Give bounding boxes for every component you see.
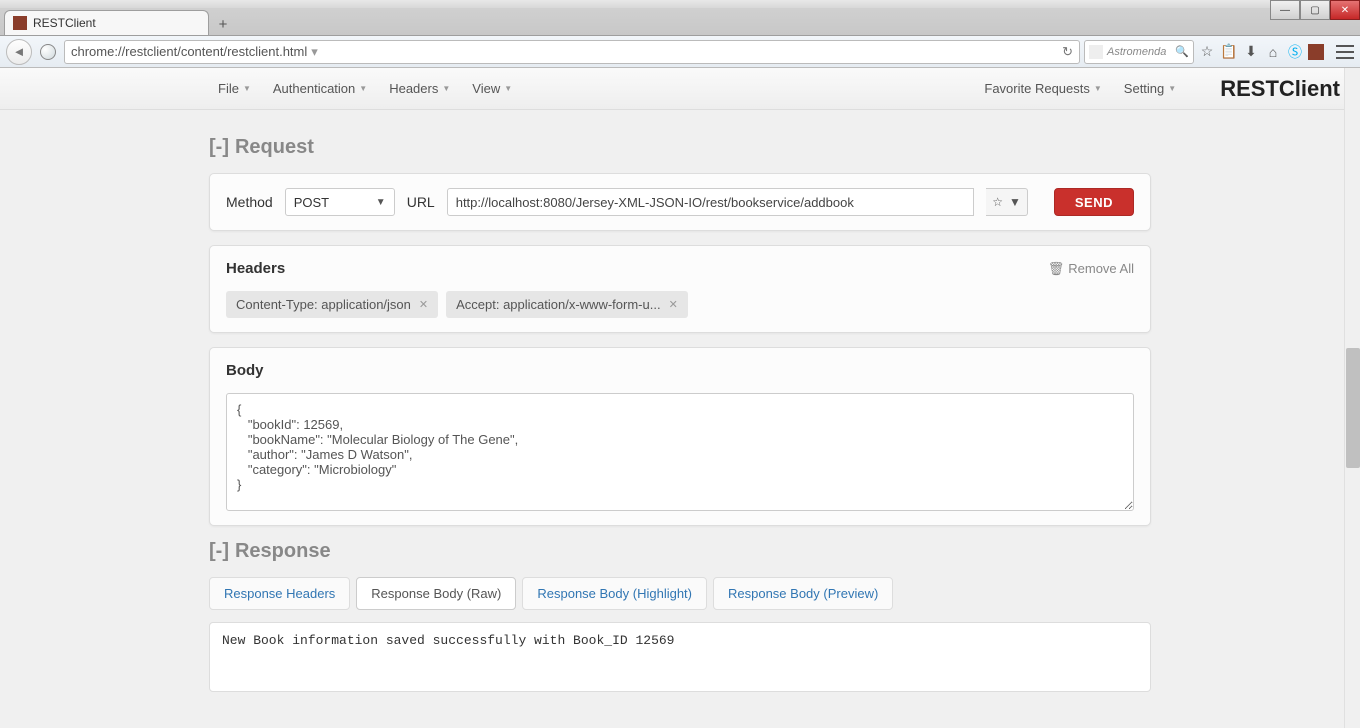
menu-view[interactable]: View▼	[464, 77, 520, 100]
app-menubar: File▼ Authentication▼ Headers▼ View▼ Fav…	[0, 68, 1360, 110]
home-icon[interactable]: ⌂	[1264, 43, 1282, 61]
right-menus: Favorite Requests▼ Setting▼ RESTClient	[976, 76, 1340, 102]
url-addons: ☆ ▼	[986, 188, 1028, 216]
headers-panel: Headers 🗑 Remove All Content-Type: appli…	[209, 245, 1151, 333]
window-controls: — ▢ ✕	[1270, 0, 1360, 20]
main-container: [-] Request Method POST ▼ URL ☆ ▼ SEND	[209, 110, 1151, 728]
minimize-button[interactable]: —	[1270, 0, 1300, 20]
response-body-content[interactable]: New Book information saved successfully …	[209, 622, 1151, 692]
star-icon[interactable]: ☆	[992, 195, 1003, 209]
chevron-down-icon: ▼	[442, 84, 450, 93]
browser-tab[interactable]: RESTClient	[4, 10, 209, 35]
extension-icon[interactable]	[1308, 44, 1324, 60]
browser-toolbar: ◄ chrome://restclient/content/restclient…	[0, 36, 1360, 68]
menu-favorite-requests[interactable]: Favorite Requests▼	[976, 77, 1109, 100]
send-button[interactable]: SEND	[1054, 188, 1134, 216]
response-tabs: Response Headers Response Body (Raw) Res…	[209, 577, 1151, 610]
trash-icon: 🗑	[1048, 261, 1065, 277]
remove-all-link[interactable]: 🗑 Remove All	[1048, 261, 1134, 277]
request-section-title[interactable]: [-] Request	[209, 136, 1151, 159]
chevron-down-icon: ▼	[376, 197, 386, 208]
search-icon[interactable]: 🔍	[1175, 45, 1189, 58]
chevron-down-icon: ▼	[359, 84, 367, 93]
window-top-border	[0, 0, 1360, 8]
page-viewport: File▼ Authentication▼ Headers▼ View▼ Fav…	[0, 68, 1360, 728]
tab-response-body-highlight[interactable]: Response Body (Highlight)	[522, 577, 707, 610]
header-chips: Content-Type: application/json ✕ Accept:…	[226, 291, 1134, 318]
skype-icon[interactable]: Ⓢ	[1286, 43, 1304, 61]
request-body-textarea[interactable]: { "bookId": 12569, "bookName": "Molecula…	[226, 393, 1134, 511]
bookmark-star-icon[interactable]: ☆	[1198, 43, 1216, 61]
menu-setting[interactable]: Setting▼	[1116, 77, 1184, 100]
chevron-down-icon: ▼	[1168, 84, 1176, 93]
menu-icon[interactable]	[1336, 45, 1354, 59]
browser-tab-strip: RESTClient +	[0, 8, 1360, 36]
method-value: POST	[294, 195, 329, 210]
tab-response-body-preview[interactable]: Response Body (Preview)	[713, 577, 893, 610]
menu-authentication[interactable]: Authentication▼	[265, 77, 375, 100]
chevron-down-icon: ▼	[504, 84, 512, 93]
method-select[interactable]: POST ▼	[285, 188, 395, 216]
vertical-scrollbar[interactable]	[1344, 68, 1360, 728]
chevron-down-icon: ▼	[1094, 84, 1102, 93]
app-title: RESTClient	[1220, 76, 1340, 102]
close-button[interactable]: ✕	[1330, 0, 1360, 20]
response-section-title[interactable]: [-] Response	[209, 540, 1151, 563]
left-menus: File▼ Authentication▼ Headers▼ View▼	[210, 77, 520, 100]
menu-headers[interactable]: Headers▼	[381, 77, 458, 100]
reload-icon[interactable]: ↻	[1056, 44, 1073, 60]
menu-file[interactable]: File▼	[210, 77, 259, 100]
request-panel: Method POST ▼ URL ☆ ▼ SEND	[209, 173, 1151, 231]
url-label: URL	[407, 194, 435, 210]
close-icon[interactable]: ✕	[419, 298, 428, 311]
back-button[interactable]: ◄	[6, 39, 32, 65]
address-dropdown-icon[interactable]: ▾	[307, 44, 322, 60]
new-tab-button[interactable]: +	[209, 13, 237, 35]
tab-title: RESTClient	[33, 16, 96, 30]
tab-response-body-raw[interactable]: Response Body (Raw)	[356, 577, 516, 610]
search-engine-icon	[1089, 45, 1103, 59]
close-icon[interactable]: ✕	[669, 298, 678, 311]
method-label: Method	[226, 194, 273, 210]
chevron-down-icon: ▼	[243, 84, 251, 93]
tab-response-headers[interactable]: Response Headers	[209, 577, 350, 610]
collapse-icon[interactable]: [-]	[209, 136, 229, 159]
address-bar[interactable]: chrome://restclient/content/restclient.h…	[64, 40, 1080, 64]
search-box[interactable]: Astromenda 🔍	[1084, 40, 1194, 64]
header-chip[interactable]: Content-Type: application/json ✕	[226, 291, 438, 318]
body-panel: Body { "bookId": 12569, "bookName": "Mol…	[209, 347, 1151, 526]
body-title: Body	[226, 362, 264, 379]
scrollbar-thumb[interactable]	[1346, 348, 1360, 468]
clipboard-icon[interactable]: 📋	[1220, 43, 1238, 61]
maximize-button[interactable]: ▢	[1300, 0, 1330, 20]
collapse-icon[interactable]: [-]	[209, 540, 229, 563]
site-identity-icon[interactable]	[40, 44, 56, 60]
address-bar-text: chrome://restclient/content/restclient.h…	[71, 44, 307, 59]
request-url-input[interactable]	[447, 188, 975, 216]
tab-favicon	[13, 16, 27, 30]
search-placeholder: Astromenda	[1107, 46, 1166, 58]
header-chip[interactable]: Accept: application/x-www-form-u... ✕	[446, 291, 688, 318]
downloads-icon[interactable]: ⬇	[1242, 43, 1260, 61]
headers-title: Headers	[226, 260, 285, 277]
chevron-down-icon[interactable]: ▼	[1009, 195, 1021, 209]
